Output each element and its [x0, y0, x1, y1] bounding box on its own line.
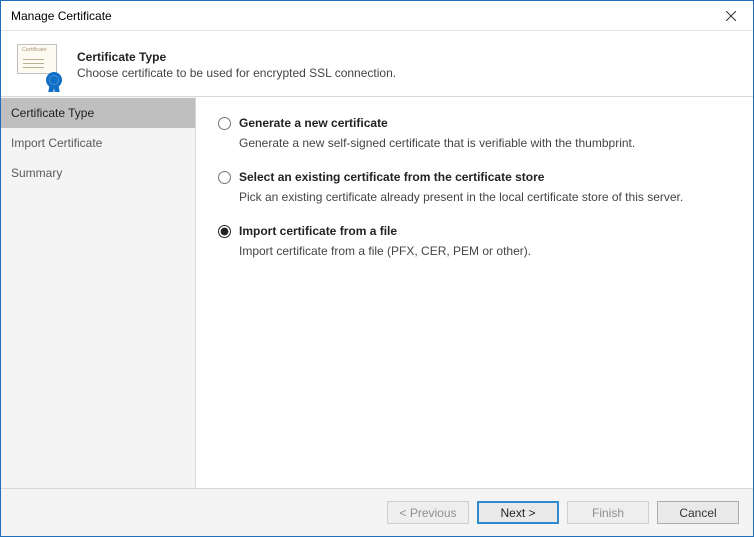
option-label: Import certificate from a file — [239, 223, 397, 239]
option-label: Select an existing certificate from the … — [239, 169, 544, 185]
sidebar-item-summary[interactable]: Summary — [1, 158, 195, 188]
close-icon — [726, 11, 736, 21]
option-import-file[interactable]: Import certificate from a file — [218, 223, 731, 239]
window-title: Manage Certificate — [11, 9, 112, 23]
header-title: Certificate Type — [77, 50, 396, 64]
close-button[interactable] — [708, 1, 753, 30]
header: Certificate Certificate Type Choose cert… — [1, 31, 753, 97]
sidebar: Certificate Type Import Certificate Summ… — [1, 97, 196, 488]
header-subtitle: Choose certificate to be used for encryp… — [77, 66, 396, 80]
sidebar-item-certificate-type[interactable]: Certificate Type — [1, 98, 195, 128]
radio-generate[interactable] — [218, 117, 231, 130]
option-select-store[interactable]: Select an existing certificate from the … — [218, 169, 731, 185]
cancel-button[interactable]: Cancel — [657, 501, 739, 524]
content: Generate a new certificate Generate a ne… — [196, 97, 753, 488]
option-generate[interactable]: Generate a new certificate — [218, 115, 731, 131]
radio-import-file[interactable] — [218, 225, 231, 238]
body: Certificate Type Import Certificate Summ… — [1, 97, 753, 488]
dialog-window: Manage Certificate Certificate Certifica… — [0, 0, 754, 537]
option-label: Generate a new certificate — [239, 115, 388, 131]
option-desc: Import certificate from a file (PFX, CER… — [239, 243, 731, 259]
certificate-icon: Certificate — [15, 40, 63, 88]
sidebar-item-label: Certificate Type — [11, 106, 94, 120]
option-desc: Pick an existing certificate already pre… — [239, 189, 731, 205]
titlebar: Manage Certificate — [1, 1, 753, 31]
finish-button: Finish — [567, 501, 649, 524]
sidebar-item-label: Summary — [11, 166, 62, 180]
footer: < Previous Next > Finish Cancel — [1, 488, 753, 536]
sidebar-item-import-certificate[interactable]: Import Certificate — [1, 128, 195, 158]
radio-select-store[interactable] — [218, 171, 231, 184]
sidebar-item-label: Import Certificate — [11, 136, 102, 150]
option-desc: Generate a new self-signed certificate t… — [239, 135, 731, 151]
next-button[interactable]: Next > — [477, 501, 559, 524]
previous-button: < Previous — [387, 501, 469, 524]
